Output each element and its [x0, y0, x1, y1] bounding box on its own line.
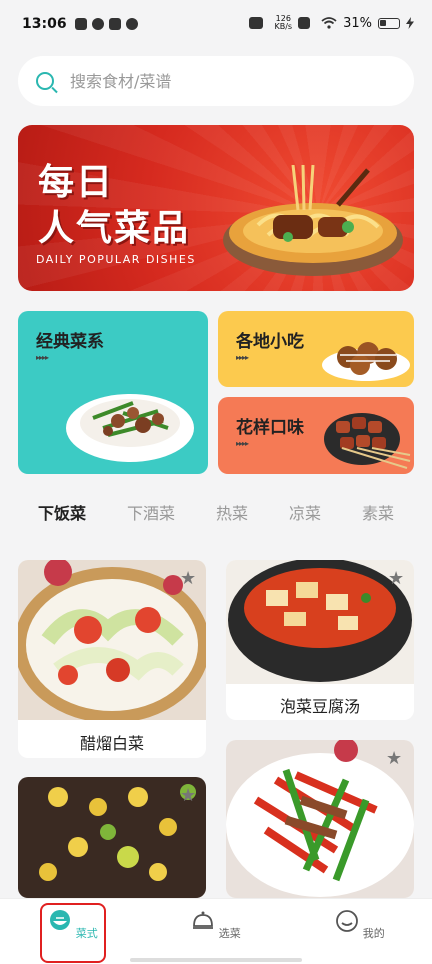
dish-photo [18, 777, 206, 898]
arrow-dots-icon: ▸▸▸▸ [236, 439, 249, 448]
tab-drinking-dishes[interactable]: 下酒菜 [127, 500, 175, 524]
dish-card[interactable]: ★ [18, 777, 206, 898]
battery-percent: 31% [343, 15, 372, 31]
profile-icon [336, 910, 359, 932]
tab-cold-dishes[interactable]: 凉菜 [289, 500, 321, 524]
category-classic-cuisine[interactable]: 经典菜系 ▸▸▸▸ [18, 311, 208, 474]
banner-title-line2: 人气菜品 [38, 208, 191, 249]
favorite-star-icon[interactable]: ★ [388, 568, 404, 589]
selected-highlight-box [40, 903, 106, 963]
banner-subtitle: DAILY POPULAR DISHES [36, 253, 196, 266]
mail-notification-icon [74, 18, 87, 30]
category-local-snacks[interactable]: 各地小吃 ▸▸▸▸ [218, 311, 414, 387]
tab-hot-dishes[interactable]: 热菜 [216, 500, 248, 524]
search-input[interactable] [70, 71, 370, 91]
status-bar: 13:06 126 KB/s 31% [0, 0, 432, 48]
nav-item-select[interactable]: 选菜 [186, 909, 246, 941]
daily-popular-banner[interactable]: 每日 人气菜品 DAILY POPULAR DISHES [18, 125, 414, 291]
stir-fry-plate-image [66, 394, 194, 462]
dish-name: 泡菜豆腐汤 [279, 697, 360, 716]
category-title: 各地小吃 [236, 332, 304, 352]
search-icon [36, 72, 54, 90]
home-indicator[interactable] [130, 958, 302, 962]
banner-title-line1: 每日 [38, 162, 115, 203]
dish-photo [18, 560, 206, 720]
noodle-bowl-image [223, 165, 403, 276]
app-notification-icon [108, 18, 121, 30]
arrow-dots-icon: ▸▸▸▸ [36, 353, 49, 362]
tab-rice-dishes[interactable]: 下饭菜 [38, 500, 86, 524]
charging-icon [406, 17, 414, 29]
wechat-notification-icon [125, 18, 138, 30]
category-fancy-flavors[interactable]: 花样口味 ▸▸▸▸ [218, 397, 414, 474]
dish-type-tabs: 下饭菜 下酒菜 热菜 凉菜 素菜 [18, 500, 414, 524]
nav-label: 选菜 [218, 927, 241, 940]
network-speed: 126 KB/s [274, 14, 293, 31]
favorite-star-icon[interactable]: ★ [180, 568, 196, 589]
vibrate-icon [249, 17, 264, 29]
takoyaki-image [322, 342, 410, 381]
favorite-star-icon[interactable]: ★ [386, 748, 402, 769]
battery-icon [378, 17, 400, 29]
cloche-icon [193, 911, 214, 929]
category-title: 花样口味 [236, 418, 304, 438]
dish-name: 醋熘白菜 [79, 734, 144, 753]
wifi-icon [321, 17, 337, 29]
nav-item-profile[interactable]: 我的 [330, 909, 390, 941]
dish-card[interactable]: ★ 醋熘白菜 [18, 560, 206, 758]
search-bar[interactable] [18, 56, 414, 106]
tab-vegetarian-dishes[interactable]: 素菜 [362, 500, 394, 524]
category-title: 经典菜系 [36, 332, 104, 352]
dish-card[interactable]: ★ 泡菜豆腐汤 [226, 560, 414, 720]
dish-card[interactable]: ★ [226, 740, 414, 898]
skewers-image [324, 413, 411, 469]
favorite-star-icon[interactable]: ★ [180, 785, 196, 806]
status-time: 13:06 [22, 16, 67, 32]
nav-label: 我的 [362, 927, 385, 940]
check-notification-icon [91, 18, 104, 30]
sim-icon [298, 17, 311, 29]
arrow-dots-icon: ▸▸▸▸ [236, 353, 249, 362]
dish-photo [226, 560, 414, 684]
status-right: 126 KB/s 31% [249, 15, 414, 31]
